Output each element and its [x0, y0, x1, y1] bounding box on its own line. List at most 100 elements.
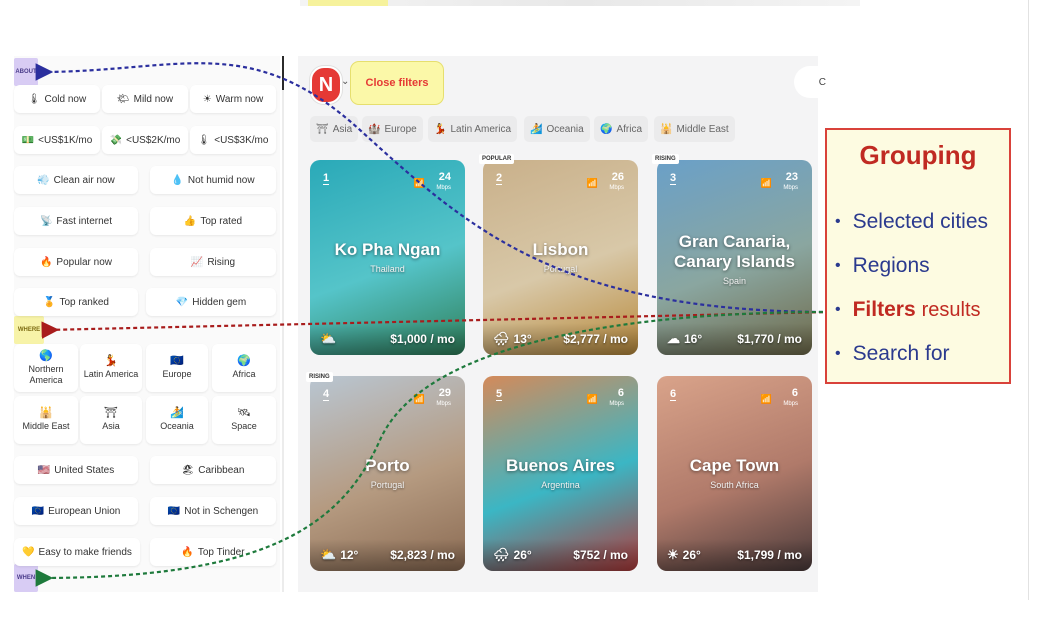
city-name: Cape Town — [689, 456, 780, 475]
tab-latin-america[interactable]: 💃 Latin America — [428, 116, 518, 142]
filter-caribbean[interactable]: 🏖 Caribbean — [150, 456, 276, 484]
region-label: Asia — [102, 421, 120, 431]
temperature: 26° — [513, 548, 532, 562]
wifi-icon: 📶 — [413, 178, 425, 188]
heart-icon: 💛 — [22, 546, 35, 558]
rank-number: 1 — [323, 172, 330, 185]
surfer-icon: 🏄 — [170, 407, 184, 419]
badge-popular: POPULAR — [479, 154, 515, 164]
app-logo[interactable]: N — [310, 66, 342, 104]
tab-label: Africa — [616, 123, 643, 135]
city-card-lisbon[interactable]: 2 📶 26 Mbps Lisbon Portugal 🌧 13° $2,777 / … — [483, 160, 638, 355]
filter-under-1k[interactable]: 💵 <US$1K/mo — [14, 126, 100, 154]
callout-item-selected-cities: Selected cities — [835, 200, 1011, 244]
city-card-cape-town[interactable]: 6 📶 6 Mbps Cape Town South Africa ☀ 26° $1,… — [657, 376, 812, 571]
country-name: Thailand — [370, 264, 405, 274]
scrollbar-thumb[interactable] — [282, 56, 284, 90]
filter-label: Rising — [207, 256, 236, 268]
monthly-cost: $2,777 / mo — [563, 332, 628, 346]
city-card-ko-pha-ngan[interactable]: 1 📶 24 Mbps Ko Pha Ngan Thailand ⛅ $1,000 … — [310, 160, 465, 355]
filter-under-3k[interactable]: 🌡 <US$3K/mo — [190, 126, 276, 154]
internet-speed: 26 Mbps — [609, 171, 624, 192]
filter-label: Caribbean — [198, 464, 245, 476]
filter-fast-internet[interactable]: 📡 Fast internet — [14, 207, 138, 235]
region-latin-america[interactable]: 💃 Latin America — [80, 344, 142, 392]
tab-europe[interactable]: 🏰 Europe — [362, 116, 423, 142]
tab-oceania[interactable]: 🏄 Oceania — [524, 116, 590, 142]
globe-americas-icon: 🌎 — [39, 349, 53, 362]
top-caption-highlight — [308, 0, 388, 6]
filter-under-2k[interactable]: 💸 <US$2K/mo — [102, 126, 188, 154]
wifi-icon: 📶 — [760, 178, 772, 188]
filter-label: Easy to make friends — [38, 546, 132, 558]
chevron-down-icon[interactable]: ⌄ — [341, 76, 349, 87]
card-stats: 🌧 13° $2,777 / mo — [483, 323, 638, 355]
us-flag-icon: 🇺🇸 — [37, 464, 51, 476]
filter-easy-friends[interactable]: 💛 Easy to make friends — [14, 538, 140, 566]
region-oceania[interactable]: 🏄 Oceania — [146, 396, 208, 444]
region-space[interactable]: 🛰 Space — [212, 396, 276, 444]
card-stats: ⛅ $1,000 / mo — [310, 323, 465, 355]
region-label: Middle East — [22, 421, 70, 431]
filter-not-humid[interactable]: 💧 Not humid now — [150, 166, 276, 194]
mosque-icon: 🕌 — [660, 123, 673, 135]
city-card-porto[interactable]: 4 📶 29 Mbps Porto Portugal ⛅ 12° $2,823 / m… — [310, 376, 465, 571]
temperature: 26° — [682, 548, 701, 562]
filter-top-tinder[interactable]: 🔥 Top Tinder — [150, 538, 276, 566]
sidebar-scrollbar[interactable] — [282, 56, 284, 592]
filter-hidden-gem[interactable]: 💎 Hidden gem — [146, 288, 276, 316]
search-input[interactable]: C — [794, 66, 834, 98]
card-stats: ⛅ 12° $2,823 / mo — [310, 539, 465, 571]
filter-european-union[interactable]: 🇪🇺 European Union — [14, 497, 138, 525]
filter-label: Top rated — [200, 215, 243, 227]
internet-speed: 6 Mbps — [783, 387, 798, 408]
filter-label: Cold now — [44, 93, 87, 105]
rank-number: 3 — [670, 172, 677, 185]
wind-icon: 💨 — [37, 174, 50, 186]
monthly-cost: $752 / mo — [573, 548, 628, 562]
callout-item-regions: Regions — [835, 244, 1011, 288]
filter-clean-air[interactable]: 💨 Clean air now — [14, 166, 138, 194]
tab-asia[interactable]: ⛩ Asia — [310, 116, 359, 142]
region-middle-east[interactable]: 🕌 Middle East — [14, 396, 78, 444]
weather-icon: ⛅ — [320, 547, 337, 562]
weather-icon: ☁ — [667, 331, 680, 346]
tab-middle-east[interactable]: 🕌 Middle East — [654, 116, 735, 142]
filter-popular-now[interactable]: 🔥 Popular now — [14, 248, 138, 276]
thermometer-icon: 🌡 — [27, 93, 41, 105]
filter-warm-now[interactable]: ☀ Warm now — [190, 85, 276, 113]
card-stats: ☁ 16° $1,770 / mo — [657, 323, 812, 355]
thumbs-up-icon: 👍 — [183, 215, 197, 227]
city-card-buenos-aires[interactable]: 5 📶 6 Mbps Buenos Aires Argentina 🌧 26° $75… — [483, 376, 638, 571]
filter-top-ranked[interactable]: 🏅 Top ranked — [14, 288, 138, 316]
city-name: Lisbon — [532, 240, 589, 259]
filter-cold-now[interactable]: 🌡 Cold now — [14, 85, 100, 113]
region-northern-america[interactable]: 🌎 Northern America — [14, 344, 78, 392]
monthly-cost: $1,799 / mo — [737, 548, 802, 562]
region-label: Space — [231, 421, 257, 431]
close-filters-button[interactable]: Close filters — [351, 62, 443, 104]
money-bag-icon: 🌡 — [197, 134, 211, 146]
region-europe[interactable]: 🇪🇺 Europe — [146, 344, 208, 392]
tab-africa[interactable]: 🌍 Africa — [594, 116, 649, 142]
filter-united-states[interactable]: 🇺🇸 United States — [14, 456, 138, 484]
torii-icon: ⛩ — [316, 123, 329, 135]
tab-label: Europe — [384, 123, 417, 135]
eu-flag-icon: 🇪🇺 — [170, 355, 184, 367]
filter-top-rated[interactable]: 👍 Top rated — [150, 207, 276, 235]
wifi-icon: 📶 — [760, 394, 772, 404]
filter-rising[interactable]: 📈 Rising — [150, 248, 276, 276]
region-label: Africa — [232, 369, 256, 379]
city-card-gran-canaria[interactable]: 3 📶 23 Mbps Gran Canaria, Canary Islands … — [657, 160, 812, 355]
filter-not-in-schengen[interactable]: 🇪🇺 Not in Schengen — [150, 497, 276, 525]
filter-label: Fast internet — [56, 215, 113, 227]
money-wings-icon: 💸 — [109, 134, 123, 146]
chart-up-icon: 📈 — [190, 256, 204, 268]
monthly-cost: $2,823 / mo — [390, 548, 455, 562]
internet-speed: 24 Mbps — [436, 171, 451, 192]
region-asia[interactable]: ⛩ Asia — [80, 396, 142, 444]
filter-mild-now[interactable]: 🌤 Mild now — [102, 85, 188, 113]
region-africa[interactable]: 🌍 Africa — [212, 344, 276, 392]
temperature: 13° — [513, 332, 532, 346]
region-label: Latin America — [83, 369, 139, 379]
